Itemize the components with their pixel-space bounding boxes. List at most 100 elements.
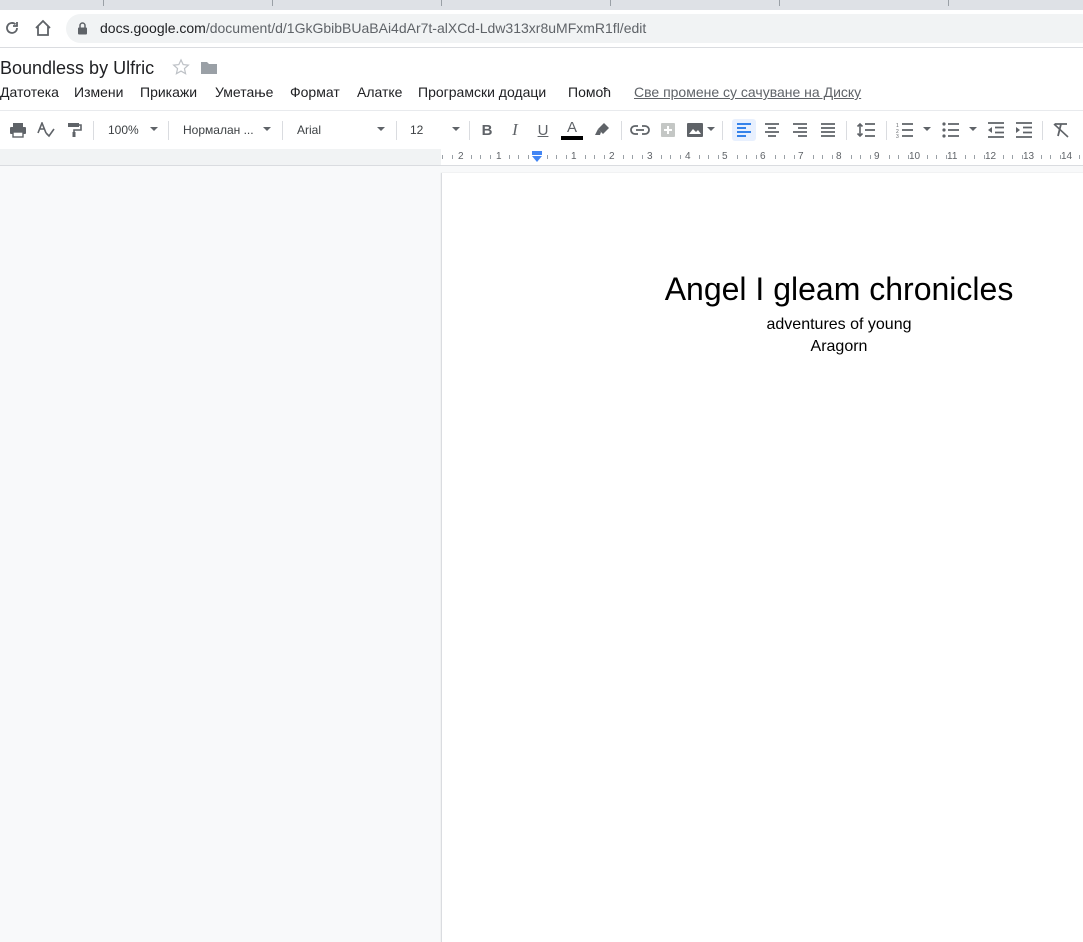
spellcheck-icon[interactable] xyxy=(34,119,58,141)
ruler-tick xyxy=(1050,155,1051,159)
toolbar-divider xyxy=(396,121,397,140)
reload-icon[interactable] xyxy=(2,18,22,38)
home-icon[interactable] xyxy=(33,18,53,38)
text-color-button[interactable]: A xyxy=(560,119,584,141)
underline-button[interactable]: U xyxy=(531,119,555,141)
italic-button[interactable]: I xyxy=(503,119,527,141)
font-select[interactable]: Arial xyxy=(297,119,321,141)
line-spacing-icon[interactable] xyxy=(854,119,878,141)
bold-icon: B xyxy=(481,121,493,139)
ruler-number: 8 xyxy=(836,151,842,162)
star-icon[interactable] xyxy=(172,58,190,81)
menu-view[interactable]: Прикажи xyxy=(140,84,197,100)
print-icon[interactable] xyxy=(6,119,30,141)
ruler-tick xyxy=(1041,155,1042,159)
docs-header: Boundless by Ulfric Датотека Измени Прик… xyxy=(0,48,1083,110)
ruler-number: 11 xyxy=(947,151,958,162)
tab-separator xyxy=(103,0,104,6)
ruler-tick xyxy=(490,155,491,159)
ruler-tick xyxy=(851,155,852,159)
menu-addons[interactable]: Програмски додаци xyxy=(418,84,546,100)
image-caret-icon[interactable] xyxy=(707,127,715,131)
ruler-tick xyxy=(1012,155,1013,159)
menu-format[interactable]: Формат xyxy=(290,84,340,100)
tab-separator xyxy=(779,0,780,6)
paint-format-icon[interactable] xyxy=(62,119,86,141)
ruler-tick xyxy=(794,155,795,159)
ruler-tick xyxy=(898,155,899,159)
ruler-number: 5 xyxy=(722,151,728,162)
font-size-caret-icon[interactable] xyxy=(452,127,460,131)
numbered-list-icon[interactable]: 123 xyxy=(893,119,917,141)
ruler-tick xyxy=(965,155,966,159)
align-right-icon[interactable] xyxy=(788,119,812,141)
font-caret-icon[interactable] xyxy=(377,127,385,131)
ruler-number: 1 xyxy=(571,151,577,162)
ruler-tick xyxy=(680,155,681,159)
menu-help[interactable]: Помоћ xyxy=(568,84,611,100)
clear-formatting-icon[interactable] xyxy=(1049,119,1073,141)
insert-image-icon[interactable] xyxy=(683,119,707,141)
zoom-caret-icon[interactable] xyxy=(150,127,158,131)
ruler-tick xyxy=(984,155,985,159)
ruler-tick xyxy=(708,155,709,159)
url-field[interactable]: docs.google.com/document/d/1GkGbibBUaBAi… xyxy=(66,14,1083,43)
ruler-tick xyxy=(1079,155,1080,159)
menu-tools[interactable]: Алатке xyxy=(357,84,402,100)
ruler-tick xyxy=(1060,155,1061,159)
insert-link-icon[interactable] xyxy=(628,119,652,141)
zoom-value: 100% xyxy=(108,123,139,137)
indent-marker-icon[interactable] xyxy=(531,150,543,168)
bulleted-list-caret-icon[interactable] xyxy=(969,127,977,131)
decrease-indent-icon[interactable] xyxy=(984,119,1008,141)
menu-file[interactable]: Датотека xyxy=(0,84,59,100)
ruler-tick xyxy=(718,155,719,159)
toolbar-divider xyxy=(93,121,94,140)
toolbar-divider xyxy=(168,121,169,140)
font-size-select[interactable]: 12 xyxy=(410,119,423,141)
folder-icon[interactable] xyxy=(200,60,218,80)
ruler-number: 7 xyxy=(798,151,804,162)
ruler-tick xyxy=(946,155,947,159)
align-center-icon[interactable] xyxy=(760,119,784,141)
menu-insert[interactable]: Уметање xyxy=(215,84,273,100)
bold-button[interactable]: B xyxy=(475,119,499,141)
ruler-tick xyxy=(594,155,595,159)
document-heading[interactable]: Angel I gleam chronicles xyxy=(442,271,1083,308)
ruler-tick xyxy=(813,155,814,159)
align-left-icon[interactable] xyxy=(732,119,756,141)
ruler-tick xyxy=(547,155,548,159)
zoom-select[interactable]: 100% xyxy=(108,119,139,141)
ruler-tick xyxy=(642,155,643,159)
align-justify-icon[interactable] xyxy=(816,119,840,141)
bulleted-list-icon[interactable] xyxy=(939,119,963,141)
highlight-color-icon[interactable] xyxy=(590,119,614,141)
ruler-tick xyxy=(442,155,443,159)
document-title[interactable]: Boundless by Ulfric xyxy=(0,58,154,79)
ruler-tick xyxy=(518,155,519,159)
menu-edit[interactable]: Измени xyxy=(74,84,123,100)
font-value: Arial xyxy=(297,123,322,137)
ruler-tick xyxy=(585,155,586,159)
document-page[interactable]: Angel I gleam chronicles adventures of y… xyxy=(441,173,1083,942)
paragraph-style-select[interactable]: Нормалан ... xyxy=(183,119,254,141)
style-caret-icon[interactable] xyxy=(263,127,271,131)
ruler-tick xyxy=(737,155,738,159)
horizontal-ruler[interactable]: 2 1 1 2 3 4 5 6 7 8 9 10 11 12 13 14 xyxy=(0,149,1083,166)
save-status-link[interactable]: Све промене су сачуване на Диску xyxy=(634,84,861,100)
increase-indent-icon[interactable] xyxy=(1012,119,1036,141)
text-color-swatch xyxy=(561,136,583,140)
ruler-tick xyxy=(927,155,928,159)
ruler-number: 4 xyxy=(685,151,691,162)
tab-separator xyxy=(948,0,949,6)
insert-comment-icon[interactable] xyxy=(656,119,680,141)
toolbar-divider xyxy=(722,121,723,140)
ruler-number: 2 xyxy=(458,151,464,162)
browser-address-bar: docs.google.com/document/d/1GkGbibBUaBAi… xyxy=(0,10,1083,48)
document-subtitle-line-2[interactable]: Aragorn xyxy=(442,338,1083,356)
ruler-tick xyxy=(775,155,776,159)
numbered-list-caret-icon[interactable] xyxy=(923,127,931,131)
url-path: /document/d/1GkGbibBUaBAi4dAr7t-alXCd-Ld… xyxy=(205,20,647,36)
tab-separator xyxy=(441,0,442,6)
document-subtitle-line-1[interactable]: adventures of young xyxy=(442,316,1083,334)
